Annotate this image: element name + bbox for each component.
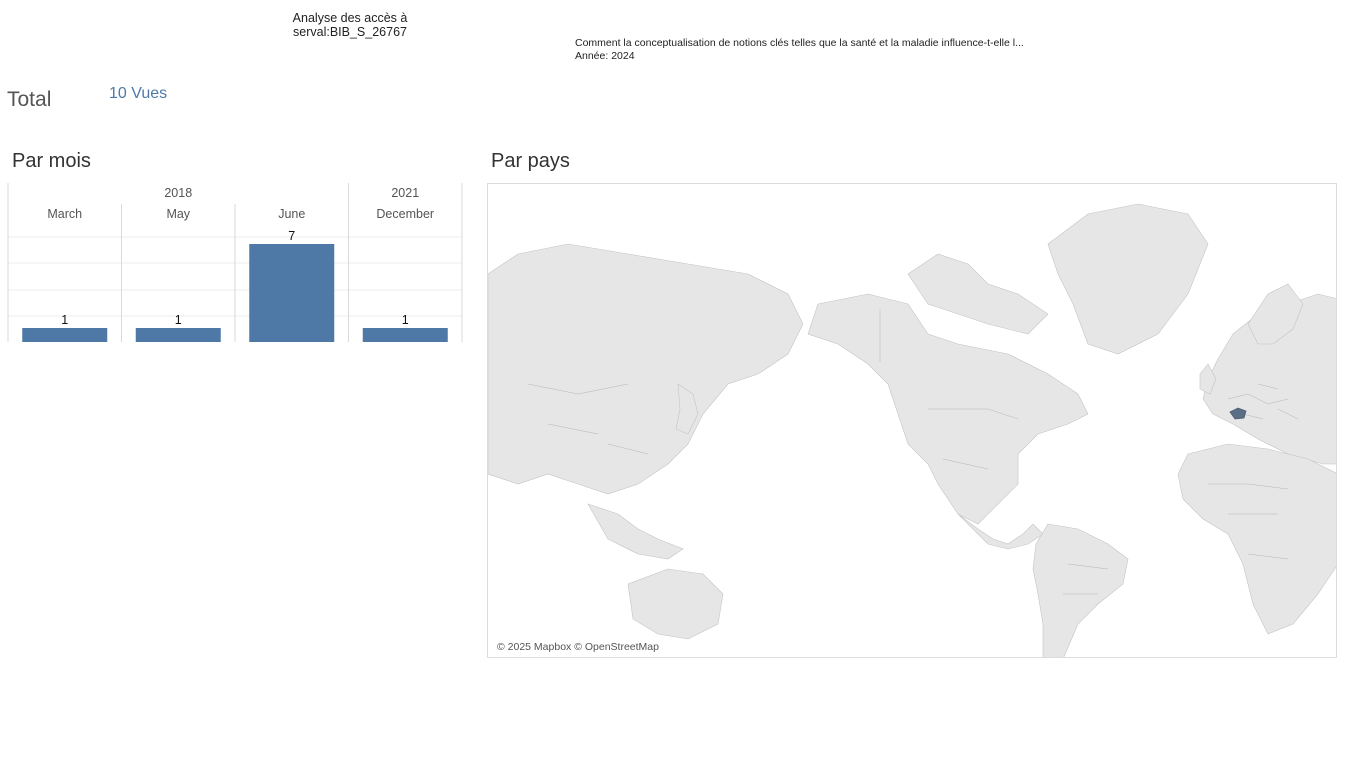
map-attribution[interactable]: © 2025 Mapbox © OpenStreetMap	[495, 641, 661, 653]
document-year: Année: 2024	[575, 50, 635, 62]
by-month-title: Par mois	[12, 150, 91, 172]
bar-value-label: 1	[175, 313, 182, 327]
bar	[249, 244, 335, 342]
bar-value-label: 1	[402, 313, 409, 327]
bar-value-label: 7	[288, 229, 295, 243]
month-label: June	[278, 207, 305, 221]
report-title-line1: Analyse des accès à	[292, 11, 408, 25]
canadian-arctic-landmass	[907, 253, 1049, 335]
total-label: Total	[7, 88, 52, 111]
document-info: Comment la conceptualisation de notions …	[575, 37, 1024, 63]
total-views-value: 10 Vues	[109, 85, 168, 102]
bar	[22, 328, 108, 342]
by-country-title: Par pays	[491, 150, 570, 172]
report-title-line2: serval:BIB_S_26767	[293, 25, 407, 39]
map-canvas[interactable]	[488, 184, 1337, 658]
greenland-landmass	[1047, 203, 1209, 355]
southeast-asia-landmass	[587, 503, 684, 560]
month-label: May	[166, 207, 190, 221]
south-america-landmass	[1032, 523, 1129, 657]
year-header-label: 2018	[164, 186, 192, 200]
document-title: Comment la conceptualisation de notions …	[575, 37, 1024, 49]
bar	[362, 328, 448, 342]
year-header-label: 2021	[391, 186, 419, 200]
africa-landmass	[1177, 443, 1336, 635]
australia-landmass	[627, 568, 724, 640]
bar	[135, 328, 221, 342]
report-title: Analyse des accès à serval:BIB_S_26767	[280, 11, 420, 39]
world-map[interactable]: © 2025 Mapbox © OpenStreetMap	[487, 183, 1337, 658]
asia-landmass	[488, 243, 804, 495]
month-label: December	[376, 207, 434, 221]
bar-value-label: 1	[61, 313, 68, 327]
monthly-bar-chart: 2018 2021 March 1 May 1 June 7 December 1	[7, 183, 463, 342]
month-label: March	[47, 207, 82, 221]
